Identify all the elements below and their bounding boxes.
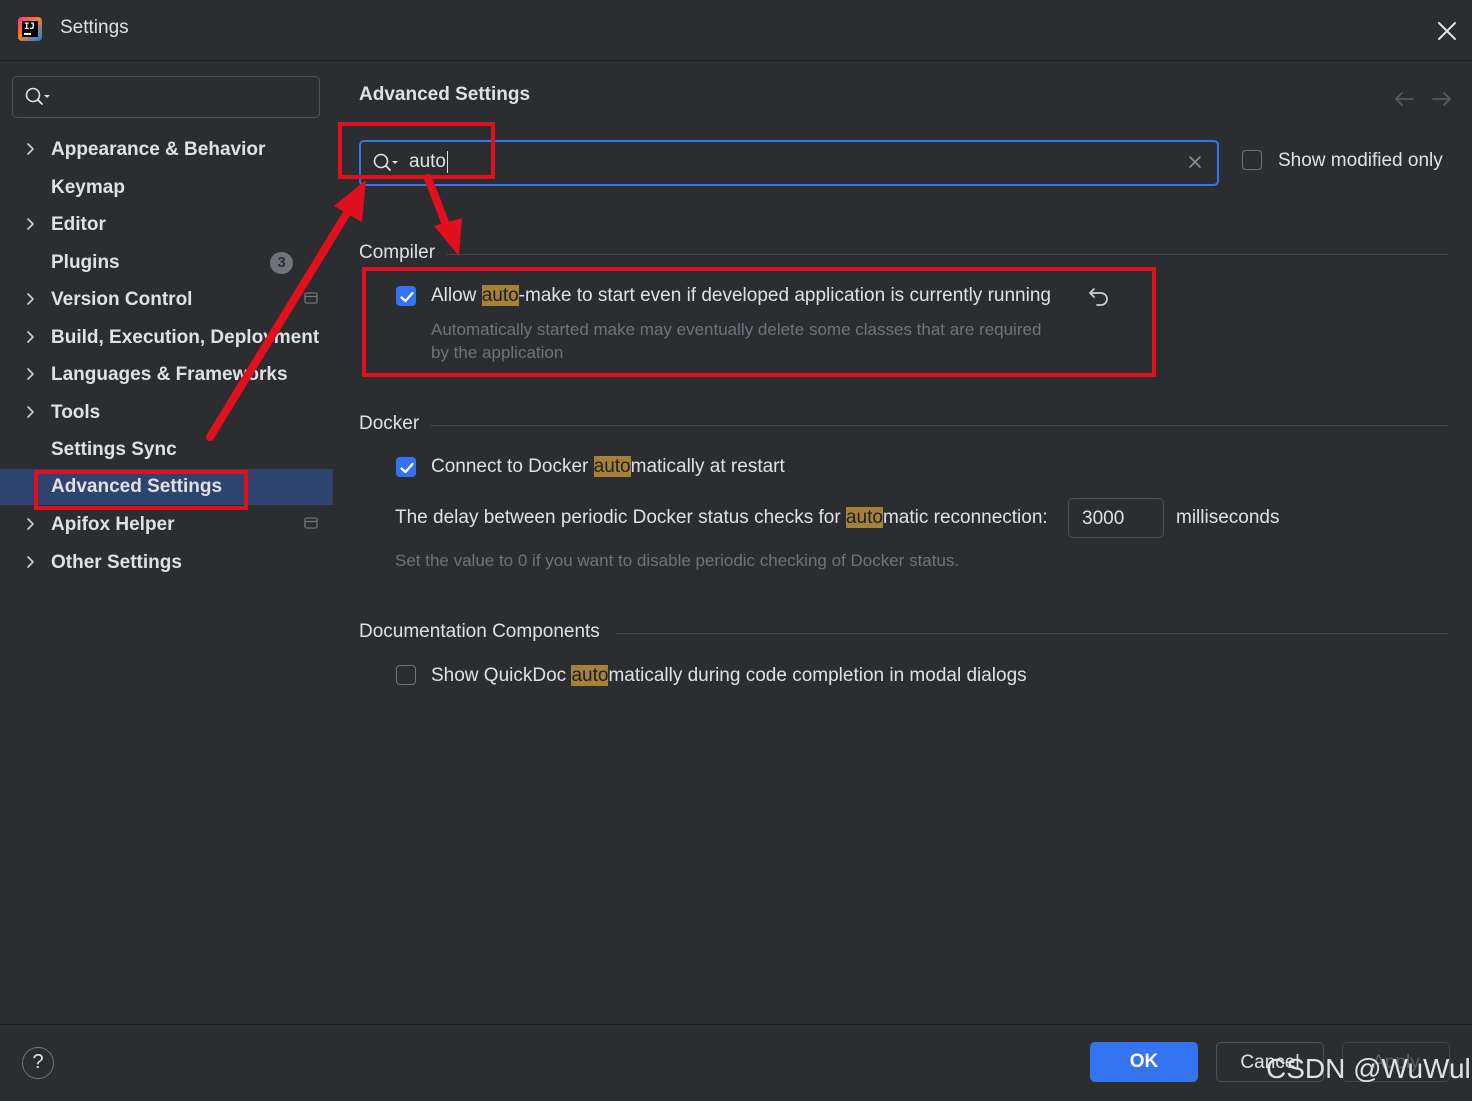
intellij-logo-icon: IJ [18,17,42,41]
docker-delay-description: Set the value to 0 if you want to disabl… [395,551,960,570]
sidebar-item-version-control[interactable]: Version Control [0,282,333,318]
sidebar-item-label: Keymap [51,177,125,198]
search-icon [25,87,50,105]
help-button[interactable]: ? [22,1047,54,1079]
annotation-box-filter [338,122,495,179]
sidebar-item-apifox-helper[interactable]: Apifox Helper [0,507,333,543]
sidebar-item-label: Plugins [51,252,120,273]
chevron-right-icon[interactable] [22,404,38,420]
section-divider [430,425,1448,426]
clear-icon[interactable] [1187,154,1203,170]
sidebar-item-keymap[interactable]: Keymap [0,170,333,206]
watermark: CSDN @WuWull [1266,1053,1472,1084]
chevron-right-icon[interactable] [22,329,38,345]
sidebar-item-label: Other Settings [51,552,182,573]
project-level-icon [304,292,318,304]
sidebar-item-label: Settings Sync [51,439,177,460]
chevron-right-icon[interactable] [22,554,38,570]
checkmark-icon [400,462,414,474]
section-title-compiler: Compiler [359,242,436,263]
sidebar-item-label: Tools [51,402,101,423]
docker-delay-input[interactable]: 3000 [1068,498,1164,538]
section-title-documentation: Documentation Components [359,621,600,642]
annotation-box-option [362,267,1156,377]
docker-delay-unit: milliseconds [1176,507,1280,528]
chevron-right-icon[interactable] [22,366,38,382]
sidebar-item-editor[interactable]: Editor [0,207,333,243]
sidebar-item-label: Languages & Frameworks [51,364,288,385]
section-divider [446,254,1448,255]
search-highlight: auto [593,456,631,477]
docker-auto-connect-label[interactable]: Connect to Docker automatically at resta… [431,456,785,478]
window-title: Settings [60,17,129,38]
sidebar-item-languages-frameworks[interactable]: Languages & Frameworks [0,357,333,393]
sidebar-item-appearance-behavior[interactable]: Appearance & Behavior [0,132,333,168]
search-highlight: auto [571,665,609,686]
sidebar-item-build-execution-deployment[interactable]: Build, Execution, Deployment [0,320,333,356]
show-modified-label[interactable]: Show modified only [1278,150,1443,172]
chevron-right-icon[interactable] [22,141,38,157]
section-divider [616,633,1448,634]
search-highlight: auto [845,507,883,528]
sidebar-item-label: Editor [51,214,106,235]
chevron-right-icon[interactable] [22,516,38,532]
docker-delay-label: The delay between periodic Docker status… [395,507,1048,528]
quickdoc-checkbox[interactable] [396,665,416,685]
quickdoc-label[interactable]: Show QuickDoc automatically during code … [431,665,1027,687]
page-title: Advanced Settings [359,84,531,105]
sidebar-item-settings-sync[interactable]: Settings Sync [0,432,333,468]
sidebar-item-label: Version Control [51,289,193,310]
settings-panel [333,61,1472,1025]
ok-button[interactable]: OK [1090,1042,1198,1082]
sidebar-item-tools[interactable]: Tools [0,395,333,431]
plugins-count-badge: 3 [270,252,293,274]
close-icon[interactable] [1434,18,1460,44]
sidebar-item-label: Apifox Helper [51,514,175,535]
show-modified-checkbox[interactable] [1242,150,1262,170]
chevron-right-icon[interactable] [22,291,38,307]
sidebar-item-label: Appearance & Behavior [51,139,266,160]
sidebar-item-label: Build, Execution, Deployment [51,327,320,348]
section-title-docker: Docker [359,413,420,434]
project-level-icon [304,517,318,529]
chevron-right-icon[interactable] [22,216,38,232]
annotation-box-sidebar [34,470,248,510]
arrow-left-icon[interactable] [1392,88,1416,110]
sidebar-search-input[interactable] [12,76,320,118]
sidebar-item-other-settings[interactable]: Other Settings [0,545,333,581]
sidebar-item-plugins[interactable]: Plugins 3 [0,245,333,281]
docker-auto-connect-checkbox[interactable] [396,457,416,477]
title-bar [0,0,1472,61]
arrow-right-icon[interactable] [1430,88,1454,110]
